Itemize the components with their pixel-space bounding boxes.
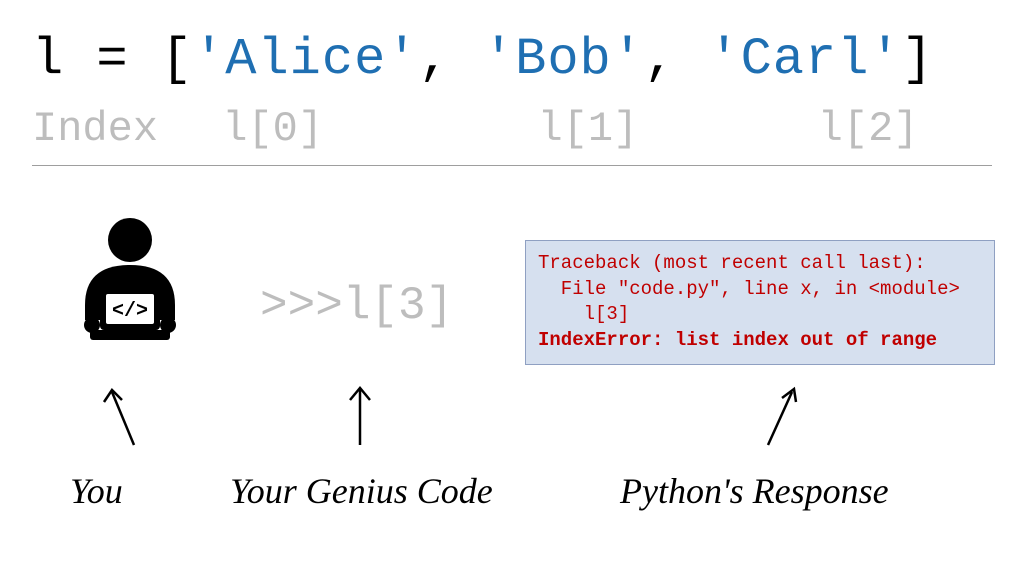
- middle-row: </> >>>l[3] Traceback (most recent call …: [0, 200, 1024, 400]
- code-declaration: l = ['Alice', 'Bob', 'Carl']: [32, 30, 934, 89]
- index-line: Index l[0] l[1] l[2]: [32, 105, 992, 153]
- arrow-response-icon: [750, 380, 810, 450]
- label-response: Python's Response: [620, 470, 889, 512]
- developer-icon: </>: [60, 210, 200, 350]
- string-literal-carl: 'Carl': [708, 30, 901, 89]
- string-literal-alice: 'Alice': [193, 30, 418, 89]
- bracket-close: ]: [902, 30, 934, 89]
- comma-2: ,: [644, 30, 708, 89]
- comma-1: ,: [419, 30, 483, 89]
- label-genius: Your Genius Code: [230, 470, 493, 512]
- arrow-you-icon: [92, 380, 152, 450]
- traceback-error-line: IndexError: list index out of range: [538, 329, 937, 351]
- label-you: You: [70, 470, 123, 512]
- arrow-genius-icon: [330, 380, 390, 450]
- traceback-box: Traceback (most recent call last): File …: [525, 240, 995, 365]
- index-2: l[2]: [818, 105, 919, 153]
- bracket-open: [: [161, 30, 193, 89]
- index-label: Index: [32, 105, 197, 153]
- arrows-row: [0, 380, 1024, 460]
- index-1: l[1]: [537, 105, 792, 153]
- string-literal-bob: 'Bob': [483, 30, 644, 89]
- divider: [32, 165, 992, 166]
- traceback-line-1: Traceback (most recent call last):: [538, 252, 926, 274]
- traceback-line-2: File "code.py", line x, in <module>: [538, 278, 960, 300]
- traceback-line-3: l[3]: [538, 303, 629, 325]
- genius-code-input: >>>l[3]: [260, 280, 453, 332]
- equals-sign: =: [64, 30, 161, 89]
- svg-text:</>: </>: [112, 300, 148, 323]
- index-0: l[0]: [222, 105, 512, 153]
- variable-name: l: [32, 30, 64, 89]
